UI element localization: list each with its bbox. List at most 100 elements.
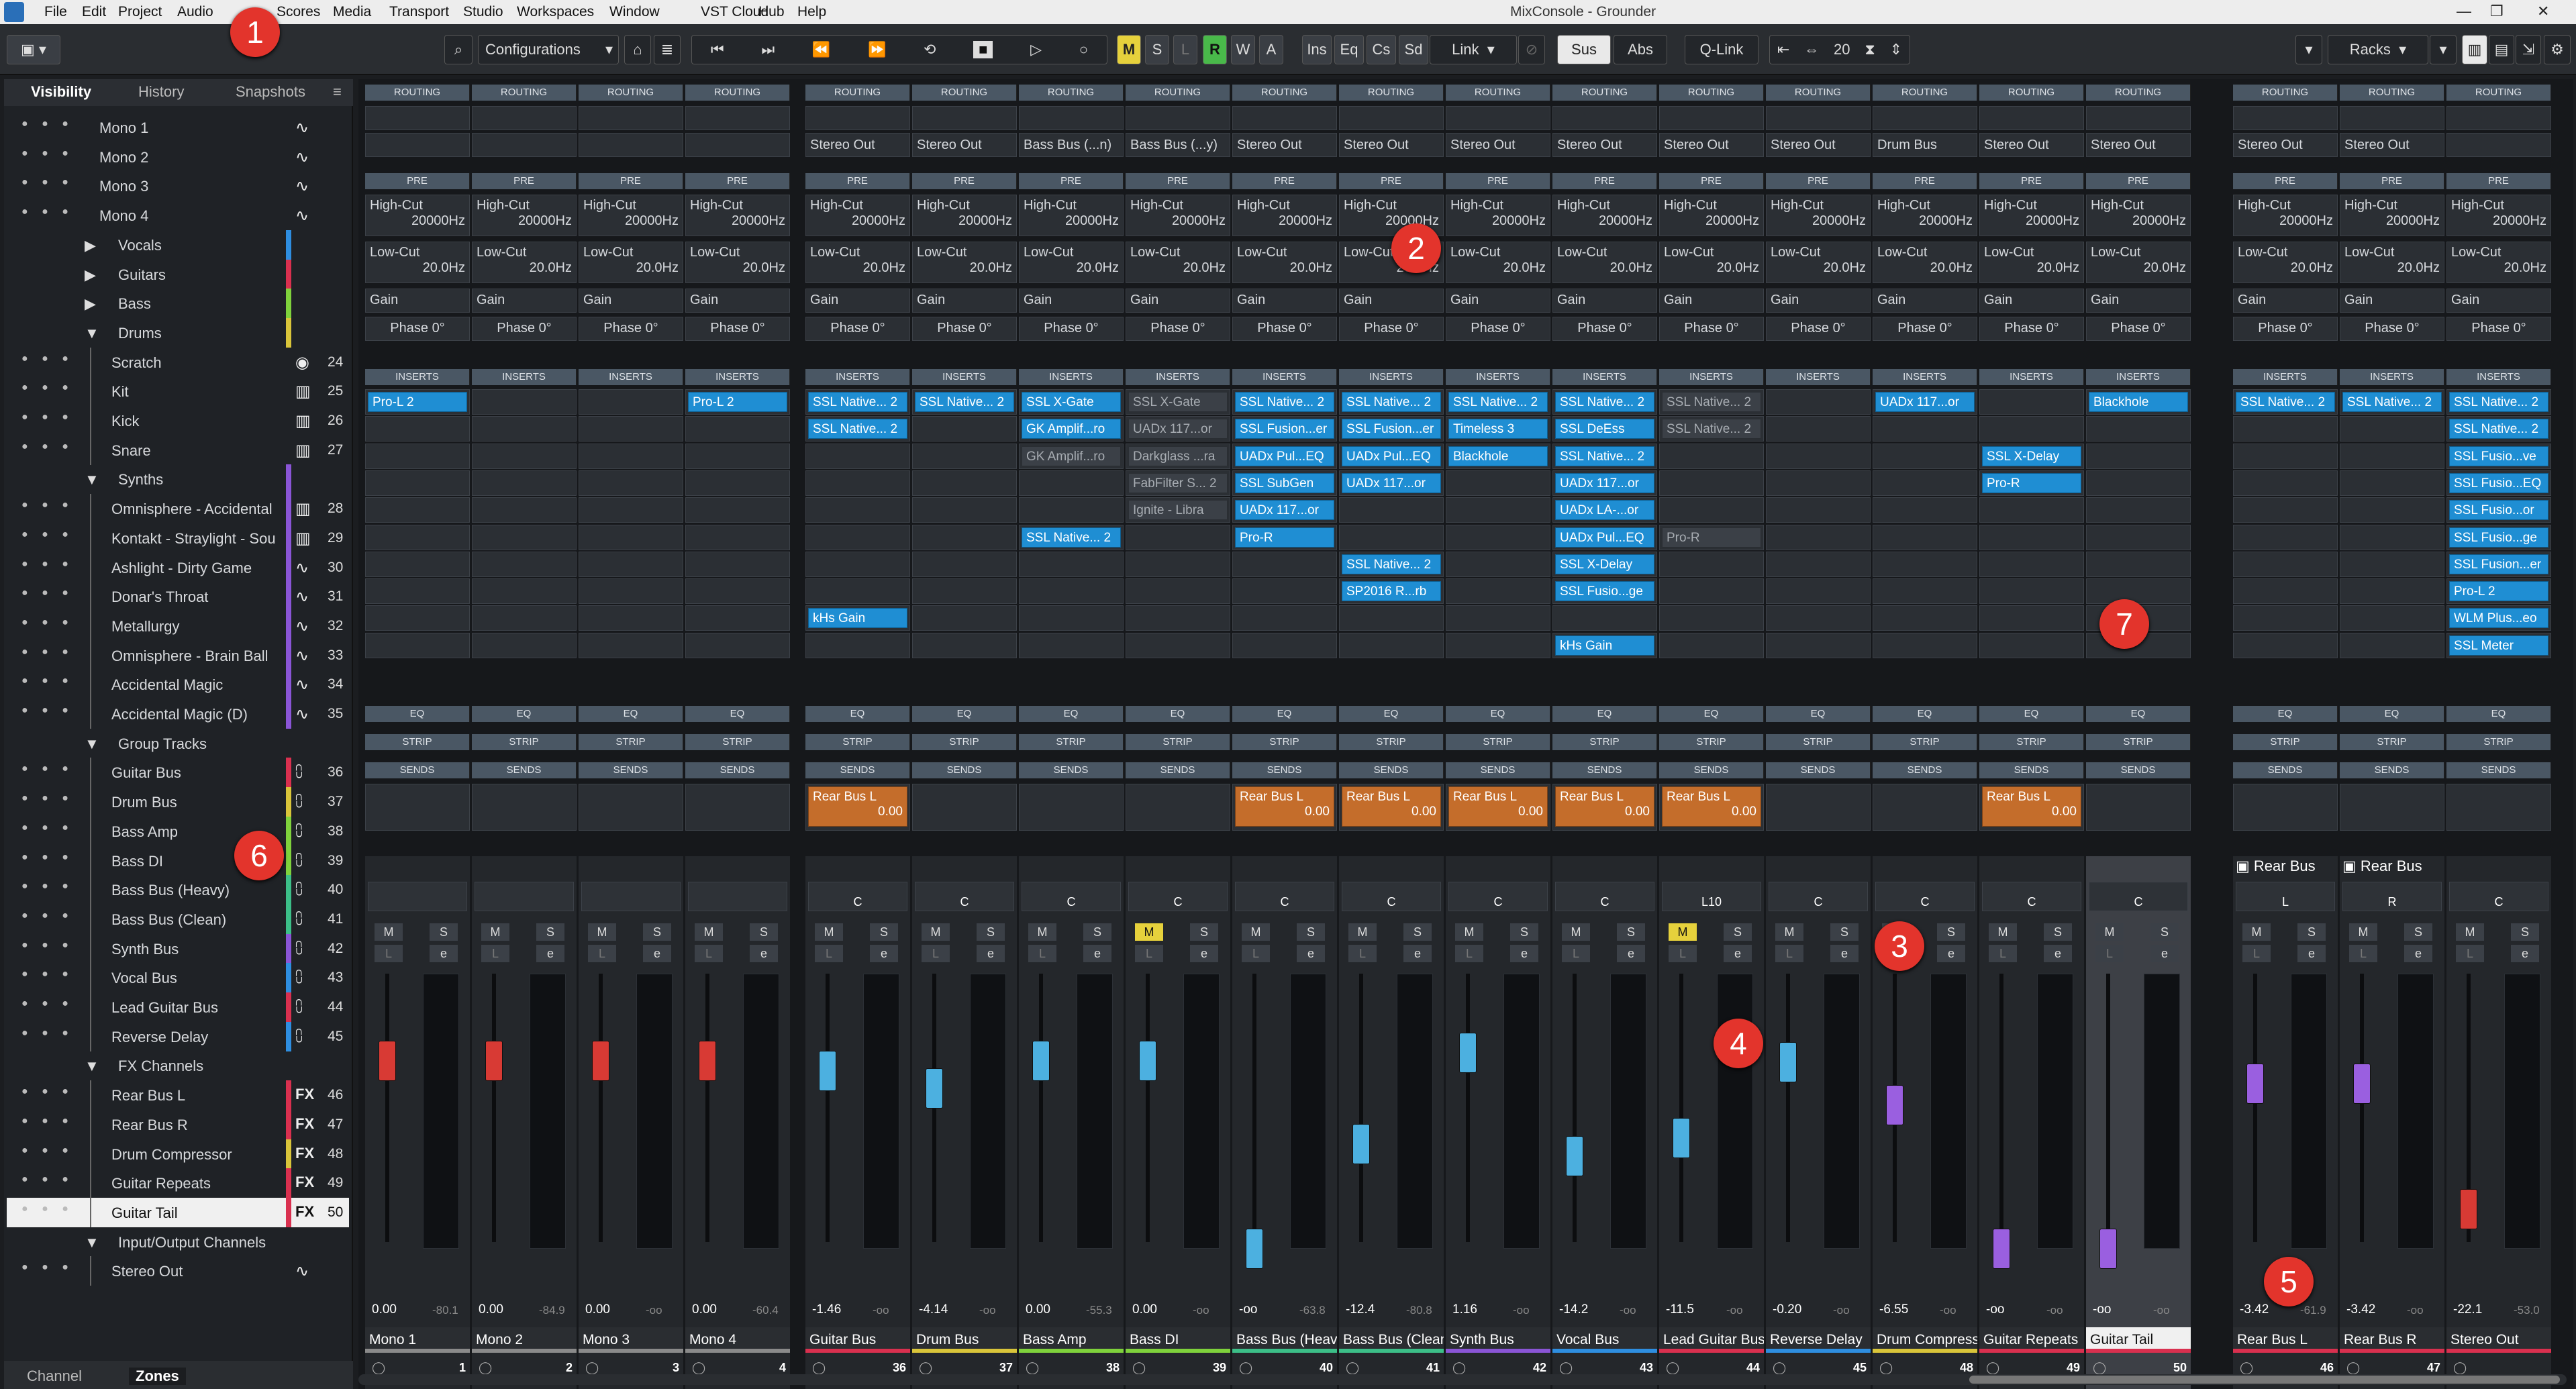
- sends-header[interactable]: SENDS: [2233, 762, 2338, 778]
- insert-slot[interactable]: [365, 632, 470, 658]
- eq-header[interactable]: EQ: [1552, 706, 1657, 722]
- insert-slot[interactable]: [1979, 497, 2084, 523]
- mute-button[interactable]: M: [375, 923, 403, 941]
- visibility-toggle[interactable]: ● ● ●: [21, 968, 74, 980]
- insert-slot[interactable]: [805, 578, 910, 605]
- high-cut-control[interactable]: High-Cut 20000Hz: [1659, 195, 1764, 236]
- triangle-down-icon[interactable]: ▼: [85, 325, 99, 342]
- insert-plugin[interactable]: Pro-L 2: [2449, 581, 2548, 602]
- menu-scores[interactable]: Scores: [277, 4, 320, 20]
- stop-icon[interactable]: ■: [973, 41, 993, 58]
- insert-plugin[interactable]: SSL Fusion...er: [1235, 419, 1334, 440]
- volume-value[interactable]: 0.00: [372, 1302, 397, 1317]
- insert-slot[interactable]: [1766, 389, 1871, 415]
- filter-inserts-button[interactable]: Ins: [1302, 35, 1332, 64]
- sends-header[interactable]: SENDS: [2340, 762, 2444, 778]
- mute-button[interactable]: M: [588, 923, 616, 941]
- visibility-toggle[interactable]: ● ● ●: [21, 206, 74, 218]
- low-cut-control[interactable]: Low-Cut20.0Hz: [2086, 242, 2191, 283]
- visibility-row[interactable]: ● ● ● Kontakt - Straylight - Sou ▥ 29: [7, 523, 349, 553]
- solo-button[interactable]: S: [1617, 923, 1645, 941]
- eq-header[interactable]: EQ: [1126, 706, 1230, 722]
- high-cut-control[interactable]: High-Cut 20000Hz: [1766, 195, 1871, 236]
- eq-header[interactable]: EQ: [1766, 706, 1871, 722]
- insert-plugin[interactable]: kHs Gain: [808, 608, 907, 629]
- visibility-row[interactable]: ● ● ● Drum Compressor FX 48: [7, 1139, 349, 1169]
- insert-slot[interactable]: [1873, 551, 1977, 577]
- visibility-toggle[interactable]: ● ● ●: [21, 1115, 74, 1127]
- volume-fader-handle[interactable]: [819, 1050, 836, 1091]
- insert-slot[interactable]: [2233, 470, 2338, 496]
- low-cut-control[interactable]: Low-Cut20.0Hz: [1979, 242, 2084, 283]
- menu-transport[interactable]: Transport: [389, 4, 449, 20]
- visibility-toggle[interactable]: ● ● ●: [21, 382, 74, 394]
- monitor-icon[interactable]: ◯: [1986, 1361, 1999, 1375]
- insert-slot[interactable]: [912, 497, 1017, 523]
- insert-plugin[interactable]: SSL Meter: [2449, 635, 2548, 656]
- pre-header[interactable]: PRE: [1339, 173, 1444, 189]
- insert-slot[interactable]: [1126, 578, 1230, 605]
- tab-zones[interactable]: Zones: [129, 1368, 186, 1385]
- low-cut-control[interactable]: Low-Cut20.0Hz: [2446, 242, 2551, 283]
- solo-button[interactable]: S: [2297, 923, 2326, 941]
- insert-slot[interactable]: [472, 497, 577, 523]
- solo-button[interactable]: S: [1297, 923, 1325, 941]
- mute-button[interactable]: M: [922, 923, 950, 941]
- pre-header[interactable]: PRE: [1552, 173, 1657, 189]
- insert-slot[interactable]: [2233, 497, 2338, 523]
- insert-plugin[interactable]: UADx LA-...or: [1555, 500, 1654, 521]
- volume-fader-handle[interactable]: [1779, 1042, 1797, 1082]
- eq-header[interactable]: EQ: [2340, 706, 2444, 722]
- volume-value[interactable]: 0.00: [692, 1302, 717, 1317]
- channel-name[interactable]: Bass Amp: [1019, 1327, 1124, 1353]
- channel-name[interactable]: Bass Bus (Clean): [1339, 1327, 1444, 1353]
- insert-plugin[interactable]: UADx 117...or: [1875, 392, 1975, 412]
- insert-plugin[interactable]: Darkglass ...ra: [1128, 446, 1228, 466]
- pre-header[interactable]: PRE: [1873, 173, 1977, 189]
- visibility-row[interactable]: ▼ Synths: [7, 464, 349, 495]
- visibility-row[interactable]: ● ● ● Kick ▥ 26: [7, 406, 349, 435]
- insert-plugin[interactable]: SSL Fusion...er: [1342, 419, 1441, 440]
- low-cut-control[interactable]: Low-Cut20.0Hz: [685, 242, 790, 283]
- edit-channel-icon[interactable]: e: [1190, 945, 1218, 962]
- high-cut-control[interactable]: High-Cut 20000Hz: [805, 195, 910, 236]
- menu-hub[interactable]: Hub: [758, 4, 785, 20]
- edit-channel-icon[interactable]: e: [2297, 945, 2326, 962]
- high-cut-control[interactable]: High-Cut 20000Hz: [2233, 195, 2338, 236]
- qlink-button[interactable]: Q-Link: [1685, 35, 1758, 64]
- phase-control[interactable]: Phase 0°: [1019, 317, 1124, 341]
- insert-slot[interactable]: [579, 389, 683, 415]
- pre-header[interactable]: PRE: [912, 173, 1017, 189]
- solo-button[interactable]: S: [1937, 923, 1965, 941]
- insert-plugin[interactable]: SSL Native... 2: [1662, 392, 1761, 412]
- insert-slot[interactable]: [1019, 470, 1124, 496]
- gain-control[interactable]: Gain: [1126, 289, 1230, 313]
- volume-fader-handle[interactable]: [2460, 1189, 2477, 1229]
- mute-button[interactable]: M: [2242, 923, 2271, 941]
- send-rear-bus[interactable]: Rear Bus L 0.00: [1448, 786, 1548, 827]
- automation-button[interactable]: A: [1259, 35, 1283, 64]
- abs-button[interactable]: Abs: [1614, 35, 1667, 64]
- insert-plugin[interactable]: SSL Native... 2: [2449, 419, 2548, 440]
- routing-output-slot[interactable]: Stereo Out: [1659, 133, 1764, 157]
- visibility-row[interactable]: ▼ Input/Output Channels: [7, 1227, 349, 1257]
- insert-slot[interactable]: [1659, 470, 1764, 496]
- insert-slot[interactable]: [365, 578, 470, 605]
- volume-fader-handle[interactable]: [1673, 1118, 1690, 1158]
- visibility-row[interactable]: ● ● ● Bass Bus (Heavy) ⩇ 40: [7, 875, 349, 905]
- volume-value[interactable]: -6.55: [1879, 1302, 1908, 1317]
- listen-button[interactable]: L: [922, 945, 950, 962]
- monitor-icon[interactable]: ◯: [1346, 1361, 1359, 1375]
- link-select[interactable]: Link ▾: [1430, 35, 1517, 64]
- pre-header[interactable]: PRE: [685, 173, 790, 189]
- phase-control[interactable]: Phase 0°: [1126, 317, 1230, 341]
- hourglass-icon[interactable]: ⧗: [1865, 41, 1875, 58]
- insert-plugin[interactable]: SP2016 R...rb: [1342, 581, 1441, 602]
- send-slot[interactable]: [1126, 784, 1230, 831]
- cycle-icon[interactable]: ⟲: [924, 41, 936, 58]
- rewind-icon[interactable]: ⏪: [812, 41, 830, 58]
- pre-header[interactable]: PRE: [365, 173, 470, 189]
- insert-plugin[interactable]: SSL Native... 2: [1662, 419, 1761, 440]
- insert-plugin[interactable]: SSL Fusio...or: [2449, 500, 2548, 521]
- volume-value[interactable]: -14.2: [1559, 1302, 1588, 1317]
